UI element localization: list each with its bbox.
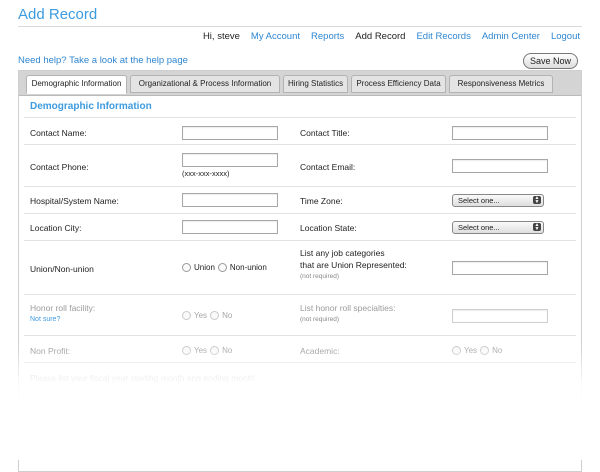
hospital-name-input[interactable] — [182, 193, 278, 207]
save-now-button[interactable]: Save Now — [522, 53, 578, 69]
honor-roll-radio-group: Yes No — [182, 311, 232, 320]
academic-label: Academic: — [300, 346, 340, 356]
academic-no-radio[interactable] — [480, 346, 490, 355]
tab-responsiveness-metrics[interactable]: Responsiveness Metrics — [449, 75, 553, 93]
time-zone-select[interactable]: Select one... ▲ ▼ — [452, 194, 544, 207]
honor-roll-label: Honor roll facility: — [30, 303, 96, 313]
nav-edit-records[interactable]: Edit Records — [416, 31, 470, 42]
job-categories-note: (not required) — [300, 273, 340, 280]
user-greeting: Hi, steve — [202, 31, 240, 42]
nonunion-option-label: Non-union — [229, 263, 267, 272]
honor-roll-no-label: No — [222, 311, 233, 320]
job-categories-label-line2: that are Union Represented: — [300, 260, 407, 270]
select-arrows-icon: ▲ ▼ — [533, 222, 541, 232]
contact-title-label: Contact Title: — [300, 128, 350, 138]
page-title: Add Record — [18, 6, 98, 23]
hospital-name-label: Hospital/System Name: — [30, 196, 119, 206]
select-arrows-icon: ▲ ▼ — [533, 195, 541, 205]
row-divider — [24, 240, 576, 241]
row-divider — [24, 117, 576, 118]
union-radio[interactable] — [182, 263, 191, 272]
honor-specialties-note: (not required) — [300, 316, 340, 323]
location-state-select[interactable]: Select one... ▲ ▼ — [452, 221, 544, 234]
top-navigation: Hi, steve My Account Reports Add Record … — [203, 31, 580, 42]
time-zone-selected: Select one... — [458, 196, 500, 205]
row-divider — [24, 213, 576, 214]
non-profit-no-label: No — [222, 346, 233, 355]
tab-bar: Demographic Information Organizational &… — [19, 71, 581, 96]
nonunion-radio[interactable] — [217, 263, 227, 272]
nav-admin-center[interactable]: Admin Center — [482, 31, 540, 42]
union-option-label: Union — [194, 263, 215, 272]
row-divider — [24, 144, 576, 145]
honor-specialties-label: List honor roll specialties: — [300, 303, 396, 313]
not-sure-link[interactable]: Not sure? — [30, 316, 60, 323]
contact-phone-label: Contact Phone: — [30, 162, 89, 172]
contact-email-label: Contact Email: — [300, 162, 356, 172]
phone-format-hint: (xxx-xxx-xxxx) — [182, 169, 230, 178]
time-zone-label: Time Zone: — [300, 196, 343, 206]
honor-roll-yes-label: Yes — [194, 311, 208, 320]
union-radio-group: Union Non-union — [182, 263, 267, 272]
academic-no-label: No — [492, 346, 503, 355]
contact-email-input[interactable] — [452, 159, 548, 173]
form-panel: Demographic Information Organizational &… — [18, 70, 582, 472]
honor-specialties-input[interactable] — [452, 309, 548, 323]
academic-yes-radio[interactable] — [452, 346, 461, 355]
location-state-label: Location State: — [300, 223, 357, 233]
nav-add-record[interactable]: Add Record — [355, 31, 405, 42]
non-profit-radio-group: Yes No — [182, 346, 232, 355]
fiscal-year-label: Please list your fiscal year starting mo… — [30, 373, 255, 383]
location-state-selected: Select one... — [458, 223, 500, 232]
tab-demographic-information[interactable]: Demographic Information — [26, 75, 127, 94]
row-divider — [24, 186, 576, 187]
nav-logout[interactable]: Logout — [551, 31, 580, 42]
title-divider — [18, 26, 582, 27]
tab-hiring-statistics[interactable]: Hiring Statistics — [283, 75, 348, 93]
help-link[interactable]: Need help? Take a look at the help page — [18, 55, 188, 66]
location-city-label: Location City: — [30, 223, 82, 233]
row-divider — [24, 362, 576, 363]
job-categories-input[interactable] — [452, 261, 548, 275]
row-divider — [24, 335, 576, 336]
contact-name-input[interactable] — [182, 126, 278, 140]
honor-roll-yes-radio[interactable] — [182, 311, 191, 320]
honor-roll-no-radio[interactable] — [210, 311, 220, 320]
non-profit-label: Non Profit: — [30, 346, 71, 356]
academic-radio-group: Yes No — [452, 346, 502, 355]
tab-organizational-process-information[interactable]: Organizational & Process Information — [130, 75, 280, 93]
non-profit-yes-label: Yes — [194, 346, 208, 355]
tab-process-efficiency-data[interactable]: Process Efficiency Data — [351, 75, 446, 93]
job-categories-label-line1: List any job categories — [300, 248, 385, 258]
contact-title-input[interactable] — [452, 126, 548, 140]
nav-reports[interactable]: Reports — [311, 31, 344, 42]
contact-phone-input[interactable] — [182, 153, 278, 167]
non-profit-no-radio[interactable] — [210, 346, 220, 355]
contact-name-label: Contact Name: — [30, 128, 87, 138]
row-divider — [24, 294, 576, 295]
non-profit-yes-radio[interactable] — [182, 346, 191, 355]
nav-my-account[interactable]: My Account — [251, 31, 300, 42]
union-label: Union/Non-union — [30, 264, 94, 274]
location-city-input[interactable] — [182, 220, 278, 234]
section-title: Demographic Information — [30, 101, 152, 112]
academic-yes-label: Yes — [464, 346, 478, 355]
